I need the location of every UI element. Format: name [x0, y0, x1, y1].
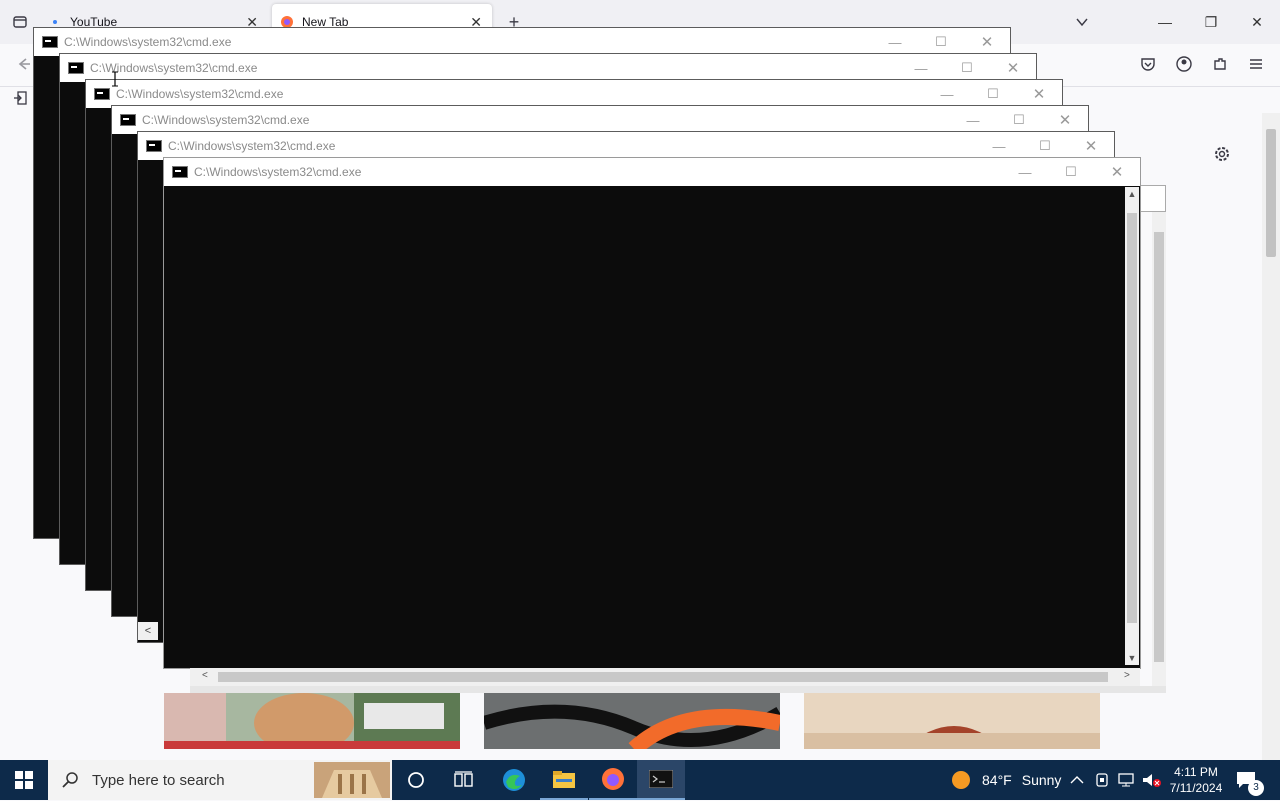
- pocket-icon[interactable]: [1138, 54, 1158, 74]
- clock[interactable]: 4:11 PM 7/11/2024: [1164, 762, 1228, 798]
- cmd-window-title: C:\Windows\system32\cmd.exe: [64, 35, 232, 49]
- cmd-window-title: C:\Windows\system32\cmd.exe: [194, 165, 362, 179]
- cmd-maximize-button[interactable]: ☐: [918, 28, 964, 56]
- window-minimize-button[interactable]: —: [1145, 8, 1185, 36]
- cmd-app-icon: [172, 166, 188, 178]
- page-scrollbar[interactable]: [1262, 113, 1280, 760]
- task-view-icon[interactable]: [440, 760, 488, 800]
- cmd-maximize-button[interactable]: ☐: [996, 106, 1042, 134]
- cmd-app-icon: [146, 140, 162, 152]
- search-highlight-image: [314, 762, 390, 798]
- cmd-close-button[interactable]: ✕: [964, 28, 1010, 56]
- cmd-titlebar[interactable]: C:\Windows\system32\cmd.exe — ☐ ✕: [86, 80, 1062, 108]
- cmd-scrollbar-thumb[interactable]: [1127, 213, 1137, 623]
- cmd-minimize-button[interactable]: —: [950, 106, 996, 134]
- cmd-hscroll-thumb[interactable]: [218, 672, 1108, 682]
- cmd-app-icon: [68, 62, 84, 74]
- scroll-left-arrow[interactable]: <: [138, 622, 158, 640]
- clock-date: 7/11/2024: [1169, 781, 1223, 795]
- cmd-close-button[interactable]: ✕: [1094, 158, 1140, 186]
- cmd-maximize-button[interactable]: ☐: [970, 80, 1016, 108]
- cmd-maximize-button[interactable]: ☐: [1022, 132, 1068, 160]
- cmd-close-button[interactable]: ✕: [1042, 106, 1088, 134]
- scroll-left-arrow[interactable]: <: [202, 670, 208, 681]
- cmd-maximize-button[interactable]: ☐: [1048, 158, 1094, 186]
- cmd-app-icon: [94, 88, 110, 100]
- window-restore-button[interactable]: ❐: [1191, 8, 1231, 36]
- cmd-titlebar[interactable]: C:\Windows\system32\cmd.exe — ☐ ✕: [112, 106, 1088, 134]
- meet-now-icon[interactable]: [1094, 760, 1110, 800]
- sign-in-icon[interactable]: [10, 88, 30, 108]
- cmd-close-button[interactable]: ✕: [1068, 132, 1114, 160]
- search-icon: [62, 772, 78, 788]
- cmd-window-title: C:\Windows\system32\cmd.exe: [168, 139, 336, 153]
- edge-browser-icon[interactable]: [490, 760, 538, 800]
- weather-condition: Sunny: [1021, 772, 1062, 788]
- cmd-titlebar-fragment: [1140, 185, 1166, 212]
- weather-widget[interactable]: 84°F Sunny: [950, 760, 1061, 800]
- sun-icon: [950, 769, 972, 791]
- volume-muted-icon[interactable]: [1142, 760, 1162, 800]
- story-thumbnail[interactable]: [804, 693, 1100, 749]
- command-prompt-taskbar-icon[interactable]: [637, 760, 685, 800]
- extensions-icon[interactable]: [1210, 54, 1230, 74]
- cmd-window-title: C:\Windows\system32\cmd.exe: [116, 87, 284, 101]
- cmd-window-title: C:\Windows\system32\cmd.exe: [142, 113, 310, 127]
- taskbar-search-box[interactable]: Type here to search: [48, 760, 392, 800]
- search-placeholder: Type here to search: [92, 771, 225, 789]
- account-icon[interactable]: [1174, 54, 1194, 74]
- cmd-app-icon: [120, 114, 136, 126]
- firefox-icon[interactable]: [589, 760, 637, 800]
- file-explorer-icon[interactable]: [540, 760, 588, 800]
- list-all-tabs-icon[interactable]: [1072, 12, 1092, 32]
- cmd-titlebar[interactable]: C:\Windows\system32\cmd.exe — ☐ ✕: [164, 158, 1140, 186]
- show-hidden-icons-button[interactable]: [1070, 760, 1084, 800]
- cmd-window-edge: [190, 686, 1166, 693]
- scroll-right-arrow[interactable]: >: [1124, 670, 1130, 681]
- text-cursor-icon: [112, 71, 118, 87]
- menu-icon[interactable]: [1246, 54, 1266, 74]
- cmd-titlebar[interactable]: C:\Windows\system32\cmd.exe — ☐ ✕: [138, 132, 1114, 160]
- settings-gear-icon[interactable]: [1212, 144, 1232, 164]
- cmd-scrollbar[interactable]: ▲ ▼: [1125, 187, 1139, 665]
- cmd-close-button[interactable]: ✕: [990, 54, 1036, 82]
- story-thumbnail[interactable]: [484, 693, 780, 749]
- page-scrollbar-thumb[interactable]: [1266, 129, 1276, 257]
- cmd-minimize-button[interactable]: —: [924, 80, 970, 108]
- weather-temp: 84°F: [982, 772, 1012, 788]
- cmd-maximize-button[interactable]: ☐: [944, 54, 990, 82]
- cmd-scrollbar-thumb[interactable]: [1154, 232, 1164, 662]
- cmd-app-icon: [42, 36, 58, 48]
- cmd-minimize-button[interactable]: —: [872, 28, 918, 56]
- cmd-horizontal-scrollbar[interactable]: < >: [190, 668, 1140, 686]
- cmd-minimize-button[interactable]: —: [898, 54, 944, 82]
- start-button[interactable]: [0, 760, 48, 800]
- notification-count-badge: 3: [1248, 780, 1264, 796]
- cmd-titlebar[interactable]: C:\Windows\system32\cmd.exe — ☐ ✕: [60, 54, 1036, 82]
- cmd-titlebar[interactable]: C:\Windows\system32\cmd.exe — ☐ ✕: [34, 28, 1010, 56]
- cmd-minimize-button[interactable]: —: [1002, 158, 1048, 186]
- scroll-up-arrow[interactable]: ▲: [1125, 187, 1139, 201]
- cmd-close-button[interactable]: ✕: [1016, 80, 1062, 108]
- scroll-down-arrow[interactable]: ▼: [1125, 651, 1139, 665]
- windows-logo-icon: [15, 771, 33, 789]
- story-thumbnail[interactable]: [164, 693, 460, 749]
- cortana-icon[interactable]: [392, 760, 440, 800]
- back-icon[interactable]: [14, 54, 34, 74]
- window-close-button[interactable]: ✕: [1237, 8, 1277, 36]
- notifications-button[interactable]: 3: [1236, 760, 1264, 800]
- network-icon[interactable]: [1118, 760, 1136, 800]
- cmd-window-active[interactable]: C:\Windows\system32\cmd.exe — ☐ ✕: [163, 157, 1141, 669]
- cmd-minimize-button[interactable]: —: [976, 132, 1022, 160]
- clock-time: 4:11 PM: [1174, 765, 1218, 779]
- cmd-scrollbar[interactable]: [1152, 212, 1166, 692]
- tab-list-icon[interactable]: [10, 12, 30, 32]
